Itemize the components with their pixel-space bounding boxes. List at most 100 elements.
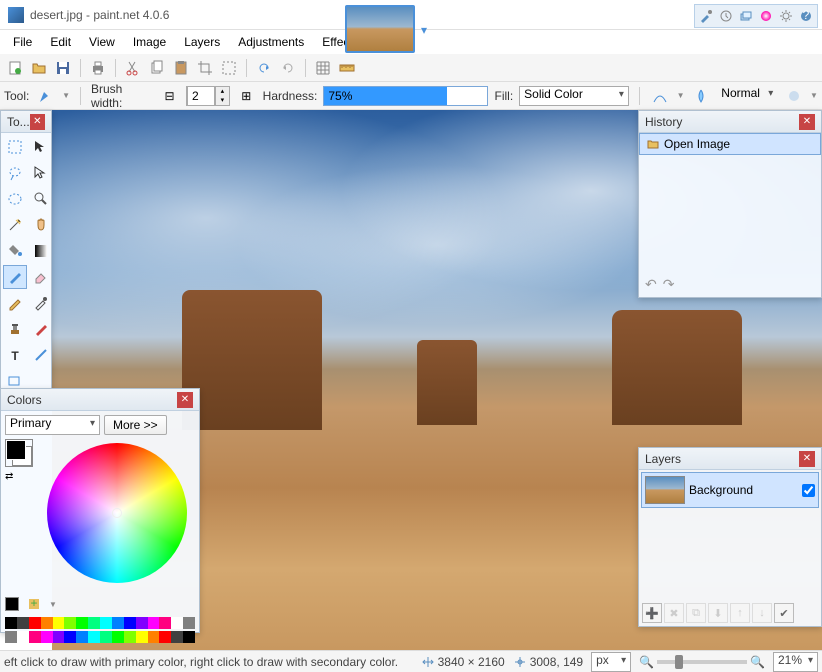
crop-button[interactable] <box>194 57 216 79</box>
unit-select[interactable]: px <box>591 652 631 672</box>
current-color-swatch[interactable] <box>5 597 19 611</box>
clone-stamp-tool[interactable] <box>3 317 27 341</box>
antialias-button[interactable] <box>650 85 671 107</box>
paintbrush-tool[interactable] <box>3 265 27 289</box>
swap-colors-icon[interactable]: ⇄ <box>5 471 33 482</box>
fill-select[interactable]: Solid Color <box>519 86 629 106</box>
delete-layer-button[interactable]: ✖ <box>664 603 684 623</box>
layers-panel-header[interactable]: Layers ✕ <box>639 448 821 470</box>
move-layer-up-button[interactable]: ↑ <box>730 603 750 623</box>
rect-select-tool[interactable] <box>3 135 27 159</box>
layer-visible-checkbox[interactable] <box>802 484 815 497</box>
ellipse-select-tool[interactable] <box>3 187 27 211</box>
text-tool[interactable]: T <box>3 343 27 367</box>
pan-tool[interactable] <box>29 213 53 237</box>
undo-button[interactable] <box>253 57 275 79</box>
fill-label: Fill: <box>494 89 513 103</box>
line-tool[interactable] <box>29 343 53 367</box>
status-hint: eft click to draw with primary color, ri… <box>4 655 398 669</box>
help-icon[interactable]: ? <box>797 7 815 25</box>
brush-decrease-button[interactable]: ⊟ <box>159 85 180 107</box>
copy-button[interactable] <box>146 57 168 79</box>
colors-panel-close[interactable]: ✕ <box>177 392 193 408</box>
history-panel: History ✕ Open Image ↶ ↷ <box>638 110 822 298</box>
history-item[interactable]: Open Image <box>639 133 821 155</box>
move-pixels-tool[interactable] <box>29 161 53 185</box>
layer-properties-button[interactable]: ✔ <box>774 603 794 623</box>
layer-thumbnail <box>645 476 685 504</box>
eraser-tool[interactable] <box>29 265 53 289</box>
paste-button[interactable] <box>170 57 192 79</box>
zoom-in-button[interactable]: 🔍 <box>750 655 765 669</box>
palette-row-2[interactable] <box>5 631 195 643</box>
zoom-tool[interactable] <box>29 187 53 211</box>
magic-wand-tool[interactable] <box>3 213 27 237</box>
utility-buttons: ? <box>694 4 818 28</box>
gradient-tool[interactable] <box>29 239 53 263</box>
tools-window-toggle[interactable] <box>697 7 715 25</box>
menu-layers[interactable]: Layers <box>175 32 229 52</box>
history-undo-icon[interactable]: ↶ <box>645 276 657 293</box>
menu-view[interactable]: View <box>80 32 124 52</box>
print-button[interactable] <box>87 57 109 79</box>
cut-button[interactable] <box>122 57 144 79</box>
add-layer-button[interactable]: ➕ <box>642 603 662 623</box>
zoom-slider[interactable] <box>657 660 747 664</box>
deselect-button[interactable] <box>218 57 240 79</box>
paint-bucket-tool[interactable] <box>3 239 27 263</box>
settings-icon[interactable] <box>777 7 795 25</box>
ruler-button[interactable] <box>336 57 358 79</box>
brush-width-label: Brush width: <box>91 82 153 110</box>
zoom-out-button[interactable]: 🔍 <box>639 655 654 669</box>
menu-file[interactable]: File <box>4 32 41 52</box>
duplicate-layer-button[interactable]: ⧉ <box>686 603 706 623</box>
menu-adjustments[interactable]: Adjustments <box>229 32 313 52</box>
recolor-tool[interactable] <box>29 317 53 341</box>
add-color-button[interactable]: + <box>23 593 45 615</box>
new-file-button[interactable] <box>4 57 26 79</box>
layer-name: Background <box>689 483 798 497</box>
menu-edit[interactable]: Edit <box>41 32 80 52</box>
save-file-button[interactable] <box>52 57 74 79</box>
history-panel-header[interactable]: History ✕ <box>639 111 821 133</box>
history-panel-close[interactable]: ✕ <box>799 114 815 130</box>
merge-layer-button[interactable]: ⬇ <box>708 603 728 623</box>
color-wheel[interactable] <box>47 443 187 583</box>
menu-image[interactable]: Image <box>124 32 175 52</box>
more-colors-button[interactable]: More >> <box>104 415 167 435</box>
tools-panel-close[interactable]: ✕ <box>30 114 45 130</box>
zoom-select[interactable]: 21% <box>773 652 818 672</box>
layers-panel: Layers ✕ Background ➕ ✖ ⧉ ⬇ ↑ ↓ ✔ <box>638 447 822 627</box>
open-file-button[interactable] <box>28 57 50 79</box>
main-toolbar <box>0 54 822 82</box>
brush-increase-button[interactable]: ⊞ <box>236 85 257 107</box>
svg-text:+: + <box>30 597 37 610</box>
layer-blend-icon[interactable] <box>783 85 804 107</box>
history-redo-icon[interactable]: ↷ <box>663 276 675 293</box>
brush-width-input[interactable]: ▴▾ <box>186 86 230 106</box>
grid-button[interactable] <box>312 57 334 79</box>
palette-row-1[interactable] <box>5 617 195 629</box>
history-window-toggle[interactable] <box>717 7 735 25</box>
color-picker-tool[interactable] <box>29 291 53 315</box>
colors-window-toggle[interactable] <box>757 7 775 25</box>
lasso-tool[interactable] <box>3 161 27 185</box>
layers-window-toggle[interactable] <box>737 7 755 25</box>
move-selection-tool[interactable] <box>29 135 53 159</box>
tool-selector[interactable] <box>35 85 56 107</box>
move-layer-down-button[interactable]: ↓ <box>752 603 772 623</box>
pencil-tool[interactable] <box>3 291 27 315</box>
thumbnail-dropdown-icon[interactable]: ▾ <box>421 23 433 35</box>
color-mode-select[interactable]: Primary <box>5 415 100 435</box>
hardness-slider[interactable]: 75% <box>323 86 488 106</box>
color-swatches[interactable] <box>5 439 33 467</box>
layer-item[interactable]: Background <box>641 472 819 508</box>
tools-panel-header[interactable]: To... ✕ <box>1 111 51 133</box>
position-icon <box>513 655 527 669</box>
colors-panel-header[interactable]: Colors ✕ <box>1 389 199 411</box>
document-thumbnail[interactable] <box>345 5 415 53</box>
redo-button[interactable] <box>277 57 299 79</box>
blend-mode-select[interactable]: Normal <box>717 86 777 106</box>
blend-icon[interactable] <box>691 85 712 107</box>
layers-panel-close[interactable]: ✕ <box>799 451 815 467</box>
